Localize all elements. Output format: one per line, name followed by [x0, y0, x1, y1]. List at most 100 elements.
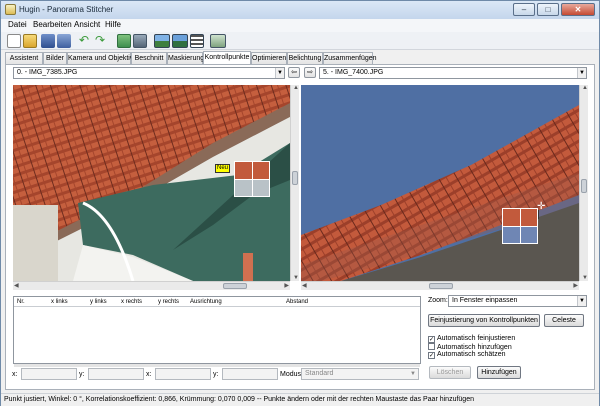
chevron-down-icon: ▼ — [410, 371, 416, 377]
menu-datei[interactable]: Datei — [8, 20, 27, 29]
scroll-thumb[interactable] — [292, 171, 298, 185]
chevron-down-icon: ▼ — [577, 68, 586, 78]
save-as-icon[interactable] — [57, 34, 71, 48]
rotate-left-button[interactable]: ⇦ — [288, 67, 300, 78]
column-ausrichtung[interactable]: Ausrichtung — [190, 299, 222, 305]
new-project-icon[interactable] — [7, 34, 21, 48]
x-left-input[interactable] — [21, 368, 77, 380]
scroll-up-icon: ▲ — [582, 85, 588, 91]
chevron-down-icon: ▼ — [275, 68, 284, 78]
tab-kontrollpunkte[interactable]: Kontrollpunkte — [203, 51, 251, 65]
scroll-down-icon: ▼ — [582, 275, 588, 281]
right-image-select[interactable]: 5. - IMG_7400.JPG ▼ — [319, 67, 587, 79]
checkbox-checked-icon: ✓ — [428, 352, 435, 359]
menu-bearbeiten[interactable]: Bearbeiten — [33, 20, 72, 29]
close-icon: ✕ — [574, 5, 582, 14]
add-button[interactable]: Hinzufügen — [477, 366, 521, 379]
menu-hilfe[interactable]: Hilfe — [105, 20, 121, 29]
delete-button[interactable]: Löschen — [429, 366, 471, 379]
maximize-button[interactable]: □ — [537, 3, 559, 16]
tab-maskierung[interactable]: Maskierung — [167, 52, 204, 64]
tab-assistent[interactable]: Assistent — [5, 52, 43, 64]
scroll-down-icon: ▼ — [293, 275, 299, 281]
add-images-icon[interactable] — [117, 34, 131, 48]
checkbox-unchecked-icon — [428, 343, 435, 350]
rotate-icon: ⇦ — [291, 69, 297, 76]
scroll-left-icon: ◀ — [14, 283, 19, 289]
scroll-thumb[interactable] — [223, 283, 247, 289]
table-hscroll[interactable] — [14, 364, 420, 367]
window-title: Hugin - Panorama Stitcher — [19, 5, 114, 14]
tab-zusammenfuegen[interactable]: Zusammenfügen — [323, 52, 377, 64]
y-left-label: y: — [79, 371, 85, 378]
control-point-label-left: Neu — [215, 164, 231, 173]
tab-beschnitt[interactable]: Beschnitt — [131, 52, 167, 64]
column-x-rechts[interactable]: x rechts — [121, 299, 142, 305]
stitch-icon[interactable] — [210, 34, 226, 48]
auto-add-checkbox[interactable]: Automatisch hinzufügen — [428, 343, 512, 351]
y-left-input[interactable] — [88, 368, 144, 380]
optimize-icon[interactable] — [133, 34, 147, 48]
left-image-hscroll[interactable]: ◀ ▶ — [13, 281, 290, 290]
scroll-left-icon: ◀ — [302, 283, 307, 289]
redo-icon[interactable]: ↷ — [95, 34, 109, 48]
celeste-button[interactable]: Celeste — [544, 314, 584, 327]
right-image-view[interactable] — [301, 85, 579, 281]
column-nr[interactable]: Nr. — [17, 299, 25, 305]
column-y-rechts[interactable]: y rechts — [158, 299, 179, 305]
auto-estimate-checkbox[interactable]: ✓ Automatisch schätzen — [428, 351, 505, 359]
scroll-up-icon: ▲ — [293, 85, 299, 91]
status-bar: Punkt justiert, Winkel: 0 °, Korrelation… — [1, 393, 599, 406]
scroll-right-icon: ▶ — [284, 283, 289, 289]
fine-tune-button[interactable]: Feinjustierung von Kontrollpunkten — [428, 314, 540, 327]
zoom-label: Zoom: — [428, 297, 448, 304]
mouse-cursor-icon: ✛ — [537, 201, 546, 212]
scroll-thumb[interactable] — [429, 283, 453, 289]
scroll-thumb[interactable] — [581, 179, 587, 193]
right-image-value: 5. - IMG_7400.JPG — [323, 69, 384, 76]
tab-bilder[interactable]: Bilder — [43, 52, 67, 64]
tab-belichtung[interactable]: Belichtung — [287, 52, 323, 64]
open-project-icon[interactable] — [23, 34, 37, 48]
checkbox-checked-icon: ✓ — [428, 336, 435, 343]
right-image-vscroll[interactable]: ▲ ▼ — [579, 85, 588, 281]
column-abstand[interactable]: Abstand — [286, 299, 308, 305]
tab-optimieren[interactable]: Optimieren — [251, 52, 287, 64]
crosshair-h-right — [502, 226, 538, 227]
x-right-label: x: — [146, 371, 152, 378]
column-x-links[interactable]: x links — [51, 299, 68, 305]
title-bar[interactable]: Hugin - Panorama Stitcher – □ ✕ — [1, 1, 599, 19]
crosshair-h-left — [234, 179, 270, 180]
control-point-table[interactable]: Nr. x links y links x rechts y rechts Au… — [13, 296, 421, 364]
minimize-button[interactable]: – — [513, 3, 535, 16]
minimize-icon: – — [521, 5, 527, 14]
x-right-input[interactable] — [155, 368, 211, 380]
zoom-select[interactable]: In Fenster einpassen ▼ — [448, 295, 587, 307]
auto-add-label: Automatisch hinzufügen — [437, 344, 512, 351]
tab-kamera-und-objektiv[interactable]: Kamera und Objektiv — [67, 52, 133, 64]
mode-value: Standard — [305, 370, 334, 377]
fast-preview-icon[interactable] — [172, 34, 188, 48]
rotate-icon: ⇨ — [307, 69, 313, 76]
maximize-icon: □ — [545, 5, 551, 14]
toolbar: ↶ ↷ — [1, 32, 599, 50]
right-image-canvas — [301, 85, 579, 281]
menu-ansicht[interactable]: Ansicht — [74, 20, 100, 29]
preview-icon[interactable] — [154, 34, 170, 48]
y-right-input[interactable] — [222, 368, 278, 380]
x-left-label: x: — [12, 371, 18, 378]
auto-estimate-label: Automatisch schätzen — [437, 351, 506, 358]
menu-bar: Datei Bearbeiten Ansicht Hilfe — [1, 19, 599, 32]
undo-icon[interactable]: ↶ — [79, 34, 93, 48]
left-image-select[interactable]: 0. - IMG_7385.JPG ▼ — [13, 67, 285, 79]
right-image-hscroll[interactable]: ◀ ▶ — [301, 281, 579, 290]
close-button[interactable]: ✕ — [561, 3, 595, 16]
rotate-right-button[interactable]: ⇨ — [304, 67, 316, 78]
y-right-label: y: — [213, 371, 219, 378]
mode-select[interactable]: Standard ▼ — [301, 368, 419, 380]
layout-icon[interactable] — [190, 34, 204, 48]
column-y-links[interactable]: y links — [90, 299, 107, 305]
save-project-icon[interactable] — [41, 34, 55, 48]
left-image-vscroll[interactable]: ▲ ▼ — [290, 85, 299, 281]
auto-fine-tune-checkbox[interactable]: ✓ Automatisch feinjustieren — [428, 335, 515, 343]
